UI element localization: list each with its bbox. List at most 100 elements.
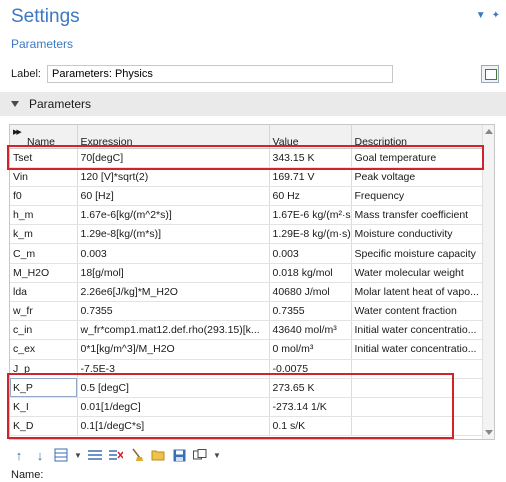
cell-description[interactable]: Goal temperature	[351, 148, 484, 168]
cell-description[interactable]: Specific moisture capacity	[351, 243, 484, 264]
cell-description[interactable]	[351, 416, 484, 437]
column-header-expression[interactable]: Expression	[77, 125, 270, 149]
cell-description[interactable]	[351, 359, 484, 379]
cell-expression[interactable]: 1.29e-8[kg/(m*s)]	[77, 224, 270, 245]
clear-table-icon[interactable]	[129, 447, 145, 463]
delete-rows-icon[interactable]	[108, 447, 124, 463]
cell-name[interactable]: M_H2O	[10, 263, 78, 283]
cell-name[interactable]: C_m	[10, 243, 78, 264]
cell-expression[interactable]: -7.5E-3	[77, 359, 270, 379]
cell-name[interactable]: K_I	[10, 397, 78, 418]
cell-name[interactable]: J_p	[10, 359, 78, 379]
cell-value: -0.0075	[269, 359, 352, 379]
scroll-up-arrow-icon[interactable]	[485, 129, 493, 134]
cell-expression[interactable]: 0.1[1/degC*s]	[77, 416, 270, 437]
more-dropdown-icon[interactable]: ▼	[213, 447, 221, 463]
label-options-icon[interactable]	[481, 65, 499, 83]
table-row[interactable]: Vin 120 [V]*sqrt(2) 169.71 V Peak voltage	[10, 167, 484, 187]
cell-description[interactable]: Water molecular weight	[351, 263, 484, 283]
cell-name[interactable]: Vin	[10, 167, 78, 187]
cell-name[interactable]: k_m	[10, 224, 78, 245]
table-row[interactable]: lda 2.26e6[J/kg]*M_H2O 40680 J/mol Molar la…	[10, 282, 484, 303]
cell-expression[interactable]: 0.003	[77, 243, 270, 264]
table-row[interactable]: K_P 0.5 [degC] 273.65 K	[10, 378, 484, 398]
cell-value: 1.29E-8 kg/(m·s)	[269, 224, 352, 245]
label-input[interactable]	[46, 65, 393, 83]
parameters-section-header[interactable]: Parameters	[0, 92, 506, 116]
cell-expression[interactable]: 1.67e-6[kg/(m^2*s)]	[77, 205, 270, 226]
cell-name[interactable]: lda	[10, 282, 78, 303]
cell-name[interactable]: K_D	[10, 416, 78, 437]
table-row[interactable]: w_fr 0.7355 0.7355 Water content fraction	[10, 301, 484, 322]
more-options-icon[interactable]	[192, 447, 208, 463]
table-row[interactable]: c_in w_fr*comp1.mat12.def.rho(293.15)[k..…	[10, 320, 484, 341]
move-down-icon[interactable]: ↓	[32, 447, 48, 463]
cell-expression[interactable]: w_fr*comp1.mat12.def.rho(293.15)[k...	[77, 320, 270, 341]
cell-value: 169.71 V	[269, 167, 352, 187]
list-add-icon[interactable]	[87, 447, 103, 463]
cell-description[interactable]: Mass transfer coefficient	[351, 205, 484, 226]
table-row[interactable]: c_ex 0*1[kg/m^3]/M_H2O 0 mol/m³ Initial wat…	[10, 339, 484, 360]
cell-value: 1.67E-6 kg/(m²·s)	[269, 205, 352, 226]
table-row[interactable]: k_m 1.29e-8[kg/(m*s)] 1.29E-8 kg/(m·s) Mois…	[10, 224, 484, 245]
cell-expression[interactable]: 2.26e6[J/kg]*M_H2O	[77, 282, 270, 303]
cell-name[interactable]: c_in	[10, 320, 78, 341]
cell-name[interactable]: h_m	[10, 205, 78, 226]
cell-value: 0.018 kg/mol	[269, 263, 352, 283]
table-row[interactable]: Tset 70[degC] 343.15 K Goal temperature	[10, 148, 484, 168]
cell-name[interactable]: f0	[10, 186, 78, 207]
cell-expression[interactable]: 0.5 [degC]	[77, 378, 270, 398]
cell-name[interactable]: c_ex	[10, 339, 78, 360]
cell-name[interactable]: w_fr	[10, 301, 78, 322]
cell-description[interactable]: Initial water concentratio...	[351, 320, 484, 341]
table-row[interactable]: M_H2O 18[g/mol] 0.018 kg/mol Water molecula…	[10, 263, 484, 283]
cell-name[interactable]: Tset	[10, 148, 78, 168]
cell-name[interactable]: K_P	[10, 378, 78, 398]
open-folder-icon[interactable]	[150, 447, 166, 463]
column-header-name[interactable]: ▶▶ Name	[10, 125, 78, 149]
dropdown-arrow-icon[interactable]: ▼	[476, 10, 486, 21]
table-row[interactable]: h_m 1.67e-6[kg/(m^2*s)] 1.67E-6 kg/(m²·s) M…	[10, 205, 484, 226]
cell-value: 0.1 s/K	[269, 416, 352, 437]
column-header-value[interactable]: Value	[269, 125, 352, 149]
table-row[interactable]: C_m 0.003 0.003 Specific moisture capacity	[10, 243, 484, 264]
add-parameter-icon[interactable]	[53, 447, 69, 463]
table-row[interactable]: K_I 0.01[1/degC] -273.14 1/K	[10, 397, 484, 418]
parameters-table-container: ▶▶ Name Expression Value Description Tset…	[9, 124, 495, 440]
cell-expression[interactable]: 0*1[kg/m^3]/M_H2O	[77, 339, 270, 360]
save-icon[interactable]	[171, 447, 187, 463]
cell-value: 40680 J/mol	[269, 282, 352, 303]
move-up-icon[interactable]: ↑	[11, 447, 27, 463]
cell-description[interactable]: Water content fraction	[351, 301, 484, 322]
name-field-label: Name:	[11, 469, 44, 481]
cell-expression[interactable]: 120 [V]*sqrt(2)	[77, 167, 270, 187]
cell-description[interactable]: Initial water concentratio...	[351, 339, 484, 360]
cell-expression[interactable]: 0.01[1/degC]	[77, 397, 270, 418]
cell-description[interactable]	[351, 378, 484, 398]
add-dropdown-icon[interactable]: ▼	[74, 447, 82, 463]
cell-description[interactable]: Moisture conductivity	[351, 224, 484, 245]
collapse-caret-icon[interactable]	[11, 101, 19, 107]
pin-icon[interactable]: ✦	[492, 10, 500, 21]
cell-expression[interactable]: 0.7355	[77, 301, 270, 322]
label-row: Label:	[11, 64, 501, 84]
cell-expression[interactable]: 60 [Hz]	[77, 186, 270, 207]
scroll-down-arrow-icon[interactable]	[485, 430, 493, 435]
cell-description[interactable]: Frequency	[351, 186, 484, 207]
cell-expression[interactable]: 70[degC]	[77, 148, 270, 168]
table-row[interactable]: J_p -7.5E-3 -0.0075	[10, 359, 484, 379]
cell-description[interactable]: Peak voltage	[351, 167, 484, 187]
cell-value: 0.7355	[269, 301, 352, 322]
cell-value: 60 Hz	[269, 186, 352, 207]
table-row[interactable]: K_D 0.1[1/degC*s] 0.1 s/K	[10, 416, 484, 437]
cell-value: -273.14 1/K	[269, 397, 352, 418]
cell-description[interactable]	[351, 397, 484, 418]
column-header-description[interactable]: Description	[351, 125, 484, 149]
parameters-toolbar: ↑ ↓ ▼ ▼	[11, 445, 221, 465]
table-vertical-scrollbar[interactable]	[482, 125, 494, 439]
expand-columns-icon[interactable]: ▶▶	[13, 128, 22, 136]
cell-description[interactable]: Molar latent heat of vapo...	[351, 282, 484, 303]
settings-title: Settings	[11, 6, 80, 27]
table-row[interactable]: f0 60 [Hz] 60 Hz Frequency	[10, 186, 484, 207]
cell-expression[interactable]: 18[g/mol]	[77, 263, 270, 283]
